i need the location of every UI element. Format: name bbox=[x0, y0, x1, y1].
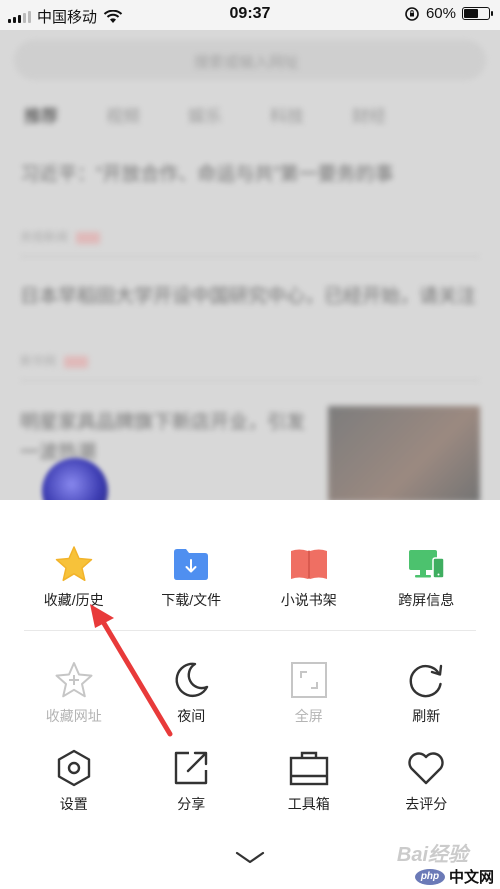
multi-screen-icon bbox=[404, 542, 448, 586]
menu-item-downloads-files[interactable]: 下载/文件 bbox=[133, 542, 251, 610]
menu-item-rate[interactable]: 去评分 bbox=[368, 746, 486, 814]
star-icon bbox=[52, 542, 96, 586]
news-title: 习近平：“开放合作、命运与共”第一要务的事 bbox=[20, 164, 394, 185]
battery-icon bbox=[462, 7, 493, 20]
tab-tech: 科技 bbox=[270, 107, 304, 126]
menu-item-bookmark-url[interactable]: 收藏网址 bbox=[15, 658, 133, 726]
moon-icon bbox=[169, 658, 213, 702]
menu-item-share[interactable]: 分享 bbox=[133, 746, 251, 814]
chevron-down-icon bbox=[235, 851, 265, 864]
settings-icon bbox=[52, 746, 96, 790]
heart-icon bbox=[404, 746, 448, 790]
background-page: 搜索或输入网址 推荐 视频 娱乐 科技 财经 习近平：“开放合作、命运与共”第一… bbox=[0, 30, 500, 500]
menu-item-fullscreen[interactable]: 全屏 bbox=[250, 658, 368, 726]
divider bbox=[20, 380, 480, 381]
download-folder-icon bbox=[169, 542, 213, 586]
php-watermark: php 中文网 bbox=[414, 866, 494, 887]
battery-percent: 60% bbox=[425, 5, 456, 22]
news-source: 央视新闻 bbox=[20, 228, 101, 245]
menu-item-toolbox[interactable]: 工具箱 bbox=[250, 746, 368, 814]
baidu-watermark: Bai经验 bbox=[396, 844, 468, 866]
news-source: 新华网 bbox=[20, 352, 89, 369]
fullscreen-icon bbox=[287, 658, 331, 702]
tab-recommend: 推荐 bbox=[24, 107, 58, 126]
collapse-menu-button[interactable] bbox=[232, 848, 268, 868]
refresh-icon bbox=[404, 658, 448, 702]
menu-item-settings[interactable]: 设置 bbox=[15, 746, 133, 814]
orientation-lock-icon bbox=[405, 6, 419, 21]
add-star-icon bbox=[52, 658, 96, 702]
tab-video: 视频 bbox=[106, 107, 140, 126]
menu-item-novel-shelf[interactable]: 小说书架 bbox=[250, 542, 368, 610]
browser-menu-sheet: 收藏/历史 下载/文件 小说书架 跨屏信息 收藏网址 夜间 全屏 刷新 设置 分… bbox=[0, 500, 500, 889]
book-icon bbox=[287, 542, 331, 586]
search-bar: 搜索或输入网址 bbox=[14, 40, 486, 80]
status-bar: 中国移动 09:37 60% bbox=[0, 0, 500, 30]
news-thumbnail bbox=[328, 406, 480, 500]
menu-item-bookmarks-history[interactable]: 收藏/历史 bbox=[15, 542, 133, 610]
menu-divider bbox=[24, 630, 476, 631]
tab-finance: 财经 bbox=[352, 107, 386, 126]
tab-entertainment: 娱乐 bbox=[188, 107, 222, 126]
divider bbox=[20, 256, 480, 257]
menu-item-night-mode[interactable]: 夜间 bbox=[133, 658, 251, 726]
menu-row-actions: 收藏网址 夜间 全屏 刷新 bbox=[15, 658, 485, 726]
menu-item-cross-screen[interactable]: 跨屏信息 bbox=[368, 542, 486, 610]
menu-item-refresh[interactable]: 刷新 bbox=[368, 658, 486, 726]
news-title: 日本早稻田大学开设中国研究中心，已经开始，请关注 bbox=[20, 286, 477, 307]
share-icon bbox=[169, 746, 213, 790]
news-tabs: 推荐 视频 娱乐 科技 财经 bbox=[0, 102, 500, 138]
menu-row-primary: 收藏/历史 下载/文件 小说书架 跨屏信息 bbox=[15, 542, 485, 610]
menu-row-tools: 设置 分享 工具箱 去评分 bbox=[15, 746, 485, 814]
toolbox-icon bbox=[287, 746, 331, 790]
